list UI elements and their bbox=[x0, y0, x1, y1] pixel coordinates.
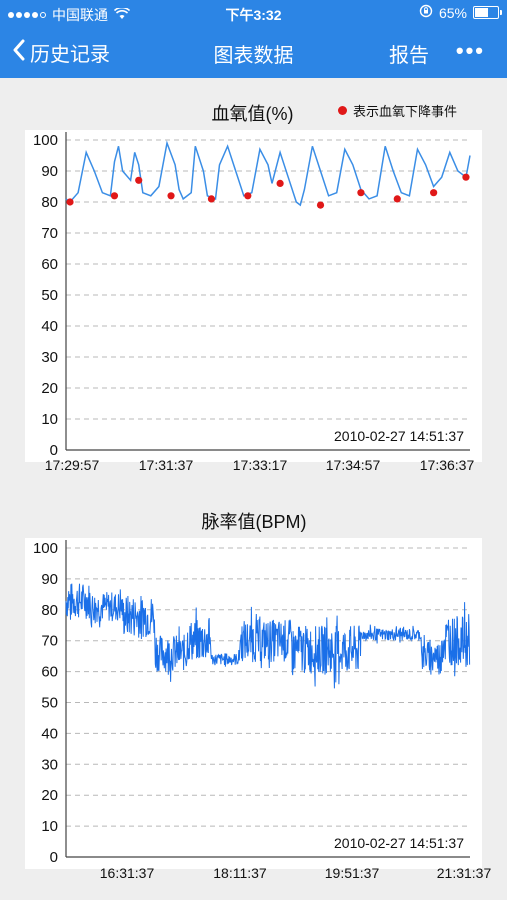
spo2-event-marker bbox=[135, 176, 143, 184]
pulse-y-tick-label: 20 bbox=[41, 787, 58, 804]
pulse-x-tick-label: 19:51:37 bbox=[325, 865, 380, 881]
pulse-y-tick-label: 80 bbox=[41, 602, 58, 619]
pulse-y-tick-label: 90 bbox=[41, 571, 58, 588]
spo2-x-tick-label: 17:33:17 bbox=[233, 457, 288, 473]
status-bar: 中国联通 下午3:32 65% bbox=[0, 0, 507, 26]
spo2-y-tick-label: 40 bbox=[41, 318, 58, 335]
battery-icon bbox=[473, 6, 502, 19]
spo2-event-marker bbox=[244, 192, 252, 200]
spo2-event-marker bbox=[207, 195, 216, 203]
pulse-y-tick-label: 50 bbox=[41, 695, 58, 712]
more-button[interactable]: ••• bbox=[456, 38, 485, 64]
chevron-left-icon bbox=[12, 39, 26, 67]
spo2-y-tick-label: 30 bbox=[41, 349, 58, 366]
spo2-event-marker bbox=[357, 189, 365, 197]
pulse-y-tick-label: 10 bbox=[41, 818, 58, 835]
spo2-y-tick-label: 10 bbox=[41, 411, 58, 428]
spo2-chart: 010203040506070809010017:29:57 17:31:37 17… bbox=[25, 130, 482, 473]
status-right: 65% bbox=[419, 4, 502, 21]
spo2-y-tick-label: 70 bbox=[41, 225, 58, 242]
spo2-event-marker bbox=[276, 179, 284, 187]
spo2-event-marker bbox=[110, 192, 119, 200]
navigation-bar: 历史记录 图表数据 报告 ••• bbox=[0, 26, 507, 78]
spo2-legend: 表示血氧下降事件 bbox=[338, 101, 457, 120]
spo2-x-tick-label: 17:36:37 bbox=[420, 457, 475, 473]
pulse-y-tick-label: 30 bbox=[41, 756, 58, 773]
legend-marker-dot bbox=[338, 106, 347, 115]
battery-percent: 65% bbox=[438, 4, 467, 21]
pulse-y-tick-label: 100 bbox=[33, 540, 58, 557]
pulse-x-tick-label: 21:31:37 bbox=[437, 865, 492, 881]
spo2-event-marker bbox=[316, 201, 325, 209]
spo2-timestamp: 2010-02-27 14:51:37 bbox=[334, 428, 464, 444]
spo2-y-tick-label: 80 bbox=[41, 194, 58, 211]
pulse-y-tick-label: 70 bbox=[41, 633, 58, 650]
spo2-x-tick-label: 17:31:37 bbox=[139, 457, 194, 473]
pulse-chart: 0 10 20 30 40 50 60 70 80 90 100 16:31:37 18:11:37 19… bbox=[25, 538, 492, 881]
orientation-lock-icon bbox=[419, 4, 433, 21]
report-button[interactable]: 报告 bbox=[389, 39, 429, 68]
spo2-event-marker bbox=[393, 195, 401, 203]
pulse-timestamp: 2010-02-27 14:51:37 bbox=[334, 835, 464, 851]
spo2-y-tick-label: 50 bbox=[41, 287, 58, 304]
pulse-y-tick-label: 60 bbox=[41, 664, 58, 681]
pulse-x-tick-label: 18:11:37 bbox=[213, 865, 267, 881]
spo2-y-tick-label: 20 bbox=[41, 380, 58, 397]
pulse-x-tick-label: 16:31:37 bbox=[100, 865, 155, 881]
spo2-y-tick-label: 60 bbox=[41, 256, 58, 273]
legend-label: 表示血氧下降事件 bbox=[353, 104, 458, 119]
spo2-x-tick-label: 17:34:57 bbox=[326, 457, 381, 473]
spo2-y-tick-label: 90 bbox=[41, 163, 58, 180]
back-button[interactable]: 历史记录 bbox=[12, 38, 110, 67]
spo2-x-tick-label: 17:29:57 bbox=[45, 457, 100, 473]
pulse-plot-background bbox=[25, 538, 482, 869]
pulse-y-tick-label: 40 bbox=[41, 725, 58, 742]
spo2-event-marker bbox=[167, 192, 175, 200]
spo2-event-marker bbox=[66, 198, 74, 206]
spo2-y-tick-label: 100 bbox=[33, 132, 58, 149]
pulse-y-tick-label: 0 bbox=[50, 849, 58, 866]
spo2-event-marker bbox=[462, 173, 470, 181]
spo2-event-marker bbox=[430, 189, 438, 197]
back-label: 历史记录 bbox=[30, 44, 110, 66]
